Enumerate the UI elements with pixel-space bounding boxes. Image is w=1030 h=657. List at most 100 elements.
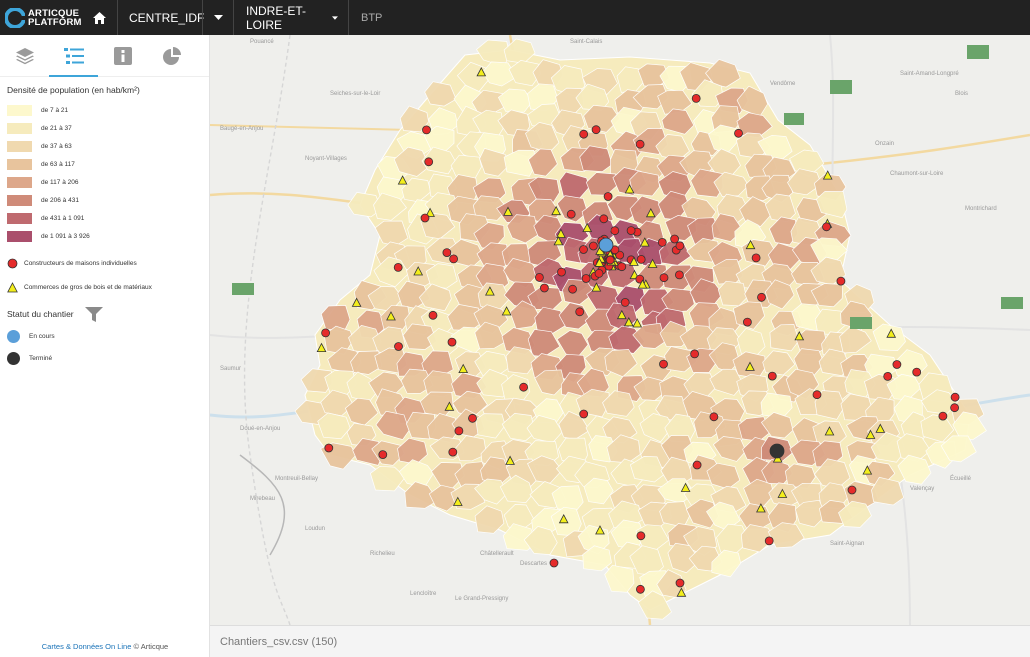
builder-marker[interactable]: [534, 272, 544, 282]
map-status-bar: Chantiers_csv.csv (150): [210, 625, 1030, 657]
legend-symbols: Constructeurs de maisons individuelles C…: [0, 251, 209, 299]
builder-marker[interactable]: [938, 411, 948, 421]
builder-marker[interactable]: [566, 209, 576, 219]
builder-marker[interactable]: [588, 241, 598, 251]
builder-marker[interactable]: [393, 262, 403, 272]
builder-marker[interactable]: [757, 292, 766, 302]
builder-marker[interactable]: [605, 255, 615, 265]
footer-link[interactable]: Cartes & Données On Line: [42, 642, 132, 651]
active-tab-indicator: [49, 75, 98, 77]
app-logo[interactable]: ARTICQUE PLATFORM: [0, 0, 82, 35]
builder-marker[interactable]: [674, 270, 684, 280]
builder-marker[interactable]: [579, 409, 589, 419]
builder-marker[interactable]: [675, 578, 685, 588]
builder-marker[interactable]: [670, 234, 680, 244]
builder-marker[interactable]: [424, 157, 434, 167]
tab-info[interactable]: [98, 35, 147, 77]
builder-marker[interactable]: [575, 307, 585, 317]
region-dropdown-button[interactable]: [203, 0, 233, 35]
builder-marker[interactable]: [636, 254, 646, 264]
builder-marker[interactable]: [659, 359, 668, 369]
legend-class-item: de 37 à 63: [0, 137, 209, 155]
tab-statistics[interactable]: [147, 35, 196, 77]
commune-polygon[interactable]: [629, 170, 660, 197]
builder-marker[interactable]: [324, 443, 334, 453]
builder-marker[interactable]: [428, 310, 438, 320]
builder-marker[interactable]: [764, 536, 774, 546]
builder-marker[interactable]: [579, 245, 588, 254]
builder-marker[interactable]: [751, 253, 761, 263]
builder-marker[interactable]: [591, 125, 601, 135]
place-label: Onzain: [875, 141, 894, 147]
builder-marker[interactable]: [594, 268, 604, 278]
builder-marker[interactable]: [635, 584, 645, 594]
builder-marker[interactable]: [539, 283, 549, 293]
commune-polygon[interactable]: [717, 280, 747, 307]
builder-marker[interactable]: [603, 192, 613, 201]
builder-marker[interactable]: [912, 367, 922, 377]
department-selector[interactable]: INDRE-ET-LOIRE: [234, 0, 348, 35]
builder-marker[interactable]: [659, 273, 669, 283]
theme-breadcrumb[interactable]: BTP: [349, 0, 382, 35]
builder-marker[interactable]: [549, 558, 559, 568]
builder-marker[interactable]: [812, 390, 822, 400]
builder-marker[interactable]: [883, 371, 893, 381]
builder-marker[interactable]: [378, 450, 388, 460]
place-label: Descartes: [520, 561, 547, 567]
builder-marker[interactable]: [636, 531, 646, 541]
builder-marker[interactable]: [635, 139, 645, 149]
footer-copyright: © Articque: [133, 642, 169, 651]
builder-marker[interactable]: [847, 485, 857, 495]
builder-marker[interactable]: [690, 349, 700, 359]
builder-marker[interactable]: [422, 125, 431, 135]
builder-marker[interactable]: [626, 226, 636, 236]
region-selector[interactable]: CENTRE_IDF: [118, 0, 204, 35]
map-view[interactable]: Pouancé Seiches-sur-le-Loir Noyant-Village…: [210, 35, 1030, 625]
home-button[interactable]: [82, 0, 117, 35]
builder-marker[interactable]: [709, 412, 719, 422]
builder-marker[interactable]: [734, 128, 743, 138]
commune-polygon[interactable]: [604, 564, 635, 593]
builder-marker[interactable]: [692, 460, 702, 470]
builder-marker[interactable]: [519, 382, 529, 392]
status-termine-marker[interactable]: [769, 443, 785, 459]
builder-marker[interactable]: [767, 371, 777, 381]
tab-legend[interactable]: [49, 35, 98, 77]
legend-swatch: [7, 230, 32, 242]
builder-marker[interactable]: [675, 241, 685, 251]
builder-marker[interactable]: [394, 342, 403, 351]
builder-marker[interactable]: [447, 337, 457, 347]
builder-marker[interactable]: [420, 213, 430, 223]
builder-marker[interactable]: [822, 222, 831, 232]
builder-marker[interactable]: [568, 284, 578, 294]
place-label: Saint-Aignan: [830, 541, 864, 547]
builder-marker[interactable]: [836, 276, 846, 286]
choropleth-map[interactable]: Pouancé Seiches-sur-le-Loir Noyant-Village…: [210, 35, 1030, 625]
builder-marker[interactable]: [950, 392, 960, 402]
builder-marker[interactable]: [448, 447, 458, 457]
builder-marker[interactable]: [599, 214, 609, 224]
dataset-label: Chantiers_csv.csv (150): [220, 635, 338, 648]
status-en-cours-marker[interactable]: [598, 237, 614, 253]
legend-class-label: de 37 à 63: [41, 142, 72, 150]
builder-marker[interactable]: [743, 317, 752, 327]
builder-marker[interactable]: [610, 226, 620, 236]
builder-marker[interactable]: [449, 254, 459, 264]
builder-marker[interactable]: [579, 129, 589, 139]
tab-layers[interactable]: [0, 35, 49, 77]
builder-marker[interactable]: [657, 237, 667, 247]
builder-marker[interactable]: [691, 94, 701, 103]
builder-marker[interactable]: [950, 403, 959, 413]
filter-icon[interactable]: [84, 305, 104, 323]
builder-marker[interactable]: [557, 267, 566, 277]
builder-marker[interactable]: [468, 413, 477, 423]
builder-marker[interactable]: [620, 297, 630, 307]
builder-marker[interactable]: [454, 426, 464, 436]
legend-class-label: de 1 091 à 3 926: [41, 232, 90, 240]
builder-marker[interactable]: [892, 360, 902, 369]
builder-marker[interactable]: [581, 274, 591, 283]
builder-marker[interactable]: [321, 328, 330, 338]
builder-marker[interactable]: [442, 248, 452, 258]
builder-marker[interactable]: [617, 262, 627, 272]
place-label: Mirebeau: [250, 496, 275, 502]
